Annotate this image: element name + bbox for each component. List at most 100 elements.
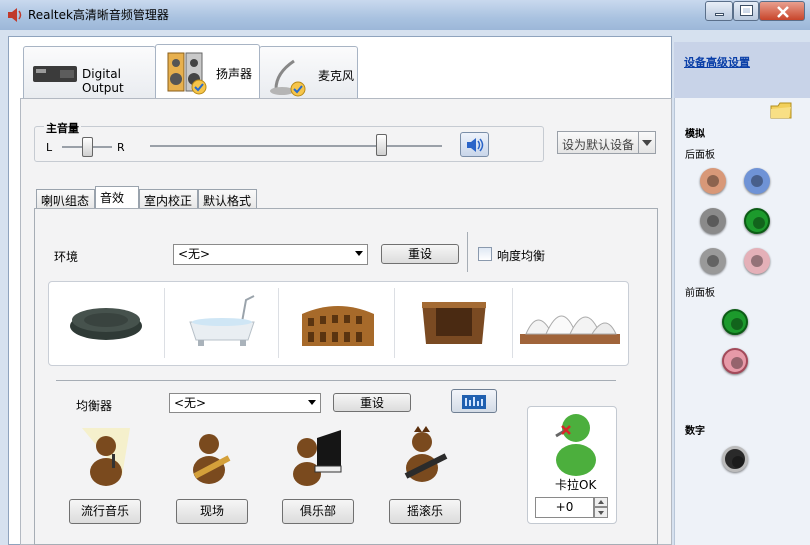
pop-singer-icon xyxy=(82,428,130,486)
tab-sound-effects[interactable]: 音效 xyxy=(95,186,139,209)
sewer-pipe-icon[interactable] xyxy=(66,300,146,342)
karaoke-label: 卡拉OK xyxy=(555,478,597,492)
button-label: 摇滚乐 xyxy=(406,504,443,518)
close-icon xyxy=(777,6,789,18)
tab-default-format[interactable]: 默认格式 xyxy=(198,189,257,209)
equalizer-icon xyxy=(462,395,486,409)
front-jack-green[interactable] xyxy=(722,309,748,335)
digital-jack[interactable] xyxy=(722,446,748,472)
divider xyxy=(512,288,513,358)
set-default-device-label: 设为默认设备 xyxy=(562,138,635,152)
digital-label: 数字 xyxy=(685,426,705,437)
tab-label: Digital Output xyxy=(82,67,124,95)
guitar-player-icon xyxy=(193,434,231,484)
volume-slider[interactable] xyxy=(375,134,387,156)
chevron-down-icon xyxy=(642,140,652,146)
front-panel-label: 前面板 xyxy=(685,288,715,299)
back-panel-label: 后面板 xyxy=(685,150,715,161)
balance-right-label: R xyxy=(117,141,125,154)
graphic-eq-button[interactable] xyxy=(451,389,497,413)
subtab-label: 室内校正 xyxy=(144,194,193,208)
equalizer-label: 均衡器 xyxy=(76,399,113,413)
tab-speaker-config[interactable]: 喇叭组态 xyxy=(36,189,95,209)
back-jack-orange[interactable] xyxy=(700,168,726,194)
preset-club-button[interactable]: 俱乐部 xyxy=(282,499,354,524)
back-jack-pink[interactable] xyxy=(744,248,770,274)
speaker-volume-icon xyxy=(467,138,484,152)
chevron-down-icon xyxy=(355,251,363,256)
front-jack-pink[interactable] xyxy=(722,348,748,374)
environment-reset-button[interactable]: 重设 xyxy=(381,244,459,264)
chevron-up-icon xyxy=(598,500,604,504)
minimize-icon xyxy=(715,13,724,16)
button-label: 流行音乐 xyxy=(80,504,129,518)
divider xyxy=(56,380,616,381)
subtab-label: 默认格式 xyxy=(203,194,252,208)
folder-icon[interactable] xyxy=(770,100,792,120)
environment-selected: <无> xyxy=(178,247,211,261)
divider xyxy=(394,288,395,358)
colosseum-icon[interactable] xyxy=(298,296,378,350)
back-jack-gray-2[interactable] xyxy=(700,248,726,274)
tab-label: 麦克风 xyxy=(318,69,355,83)
title-bar: Realtek高清晰音频管理器 xyxy=(0,0,810,30)
back-jack-green[interactable] xyxy=(744,208,770,234)
digital-output-icon xyxy=(33,66,77,82)
tab-microphone[interactable]: 麦克风 xyxy=(259,46,358,98)
loudness-label: 响度均衡 xyxy=(497,249,546,263)
button-label: 重设 xyxy=(407,247,432,261)
tab-speakers[interactable]: 扬声器 xyxy=(155,44,260,100)
mute-button[interactable] xyxy=(460,132,489,157)
loudness-checkbox[interactable] xyxy=(478,247,492,261)
karaoke-value-field[interactable]: +0 xyxy=(535,497,594,518)
subtab-label: 音效 xyxy=(100,191,125,205)
back-jack-gray[interactable] xyxy=(700,208,726,234)
subtab-label: 喇叭组态 xyxy=(41,194,90,208)
equalizer-selected: <无> xyxy=(174,396,207,410)
tab-digital-output[interactable]: Digital Output xyxy=(23,46,156,98)
close-button[interactable] xyxy=(759,1,805,21)
karaoke-value: +0 xyxy=(555,500,574,514)
set-default-device-button[interactable]: 设为默认设备 xyxy=(557,131,656,154)
karaoke-singer-icon xyxy=(555,414,596,476)
microphone-icon xyxy=(270,59,306,97)
balance-slider[interactable] xyxy=(82,137,93,157)
preset-rock-button[interactable]: 摇滚乐 xyxy=(389,499,461,524)
auditorium-icon[interactable] xyxy=(416,294,492,350)
button-label: 现场 xyxy=(199,504,224,518)
environment-label: 环境 xyxy=(54,250,79,264)
speaker-app-icon xyxy=(8,8,22,22)
divider xyxy=(278,288,279,358)
dropdown-divider xyxy=(638,132,639,153)
connector-panel-header xyxy=(674,42,810,98)
main-volume-title: 主音量 xyxy=(44,120,81,136)
back-jack-blue[interactable] xyxy=(744,168,770,194)
opera-house-icon[interactable] xyxy=(516,290,624,352)
button-label: 重设 xyxy=(359,396,384,410)
preset-pop-button[interactable]: 流行音乐 xyxy=(69,499,141,524)
minimize-button[interactable] xyxy=(705,1,733,21)
karaoke-increase-button[interactable] xyxy=(594,497,608,507)
advanced-settings-link[interactable]: 设备高级设置 xyxy=(684,54,750,70)
button-label: 俱乐部 xyxy=(299,504,336,518)
speakers-icon xyxy=(167,52,207,95)
maximize-button[interactable] xyxy=(733,1,759,21)
window-title: Realtek高清晰音频管理器 xyxy=(28,8,169,22)
divider xyxy=(164,288,165,358)
chevron-down-icon xyxy=(308,400,316,405)
environment-select[interactable]: <无> xyxy=(173,244,368,265)
analog-label: 模拟 xyxy=(685,129,705,140)
equalizer-select[interactable]: <无> xyxy=(169,393,321,413)
equalizer-reset-button[interactable]: 重设 xyxy=(333,393,411,412)
tab-label: 扬声器 xyxy=(216,67,253,81)
divider xyxy=(467,232,468,272)
preset-live-button[interactable]: 现场 xyxy=(176,499,248,524)
rock-guitarist-icon xyxy=(404,426,448,482)
karaoke-decrease-button[interactable] xyxy=(594,507,608,518)
piano-player-icon xyxy=(293,430,342,486)
chevron-down-icon xyxy=(598,511,604,515)
bathroom-icon[interactable] xyxy=(184,292,260,352)
tab-room-correction[interactable]: 室内校正 xyxy=(139,189,198,209)
balance-left-label: L xyxy=(46,141,53,154)
volume-track xyxy=(150,145,442,147)
